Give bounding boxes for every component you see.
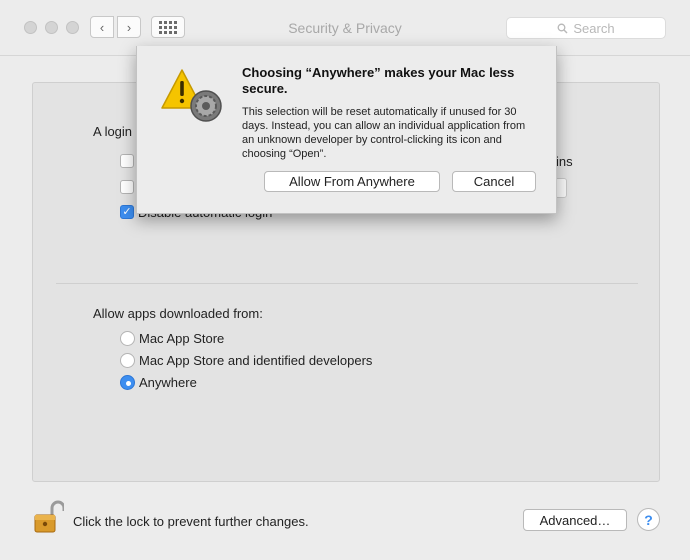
disable-auto-login-checkbox[interactable]: ✓ bbox=[120, 205, 134, 219]
login-checkbox-1[interactable] bbox=[120, 154, 134, 168]
login-checkbox-2[interactable] bbox=[120, 180, 134, 194]
radio-button-selected[interactable] bbox=[120, 375, 135, 390]
advanced-button[interactable]: Advanced… bbox=[523, 509, 627, 531]
chevron-right-icon: › bbox=[126, 19, 132, 35]
open-padlock-icon[interactable] bbox=[32, 500, 64, 534]
radio-identified-developers[interactable]: Mac App Store and identified developers bbox=[120, 353, 372, 368]
allow-from-anywhere-button[interactable]: Allow From Anywhere bbox=[264, 171, 440, 192]
radio-mac-app-store[interactable]: Mac App Store bbox=[120, 331, 224, 346]
radio-button[interactable] bbox=[120, 353, 135, 368]
zoom-window-button[interactable] bbox=[66, 21, 79, 34]
search-field[interactable]: Search bbox=[506, 17, 666, 39]
chevron-left-icon: ‹ bbox=[99, 19, 105, 35]
radio-label: Anywhere bbox=[139, 375, 197, 390]
back-button[interactable]: ‹ bbox=[90, 16, 114, 38]
warning-sheet: Choosing “Anywhere” makes your Mac less … bbox=[136, 46, 557, 214]
search-icon bbox=[557, 23, 568, 33]
window-title: Security & Privacy bbox=[288, 20, 402, 36]
help-button[interactable]: ? bbox=[637, 508, 660, 531]
show-all-grid-icon bbox=[159, 20, 177, 34]
lock-status-text: Click the lock to prevent further change… bbox=[73, 514, 309, 529]
preferences-window: ‹ › Security & Privacy Search A login in… bbox=[0, 0, 690, 560]
dialog-message: This selection will be reset automatical… bbox=[242, 106, 526, 160]
section-divider bbox=[56, 283, 638, 284]
search-placeholder: Search bbox=[573, 20, 615, 36]
login-option-label-fragment: ins bbox=[556, 154, 573, 169]
checkmark-icon: ✓ bbox=[122, 206, 132, 218]
radio-label: Mac App Store and identified developers bbox=[139, 353, 373, 368]
warning-triangle-icon bbox=[161, 69, 222, 122]
allow-apps-label: Allow apps downloaded from: bbox=[93, 306, 263, 321]
minimize-window-button[interactable] bbox=[45, 21, 58, 34]
dialog-title: Choosing “Anywhere” makes your Mac less … bbox=[242, 65, 515, 96]
cancel-button[interactable]: Cancel bbox=[452, 171, 536, 192]
radio-button[interactable] bbox=[120, 331, 135, 346]
help-icon: ? bbox=[644, 511, 653, 528]
close-window-button[interactable] bbox=[24, 21, 37, 34]
radio-anywhere[interactable]: Anywhere bbox=[120, 375, 197, 390]
show-all-button[interactable] bbox=[151, 16, 185, 38]
radio-label: Mac App Store bbox=[139, 331, 225, 346]
forward-button[interactable]: › bbox=[117, 16, 141, 38]
login-label: A login bbox=[93, 124, 133, 139]
